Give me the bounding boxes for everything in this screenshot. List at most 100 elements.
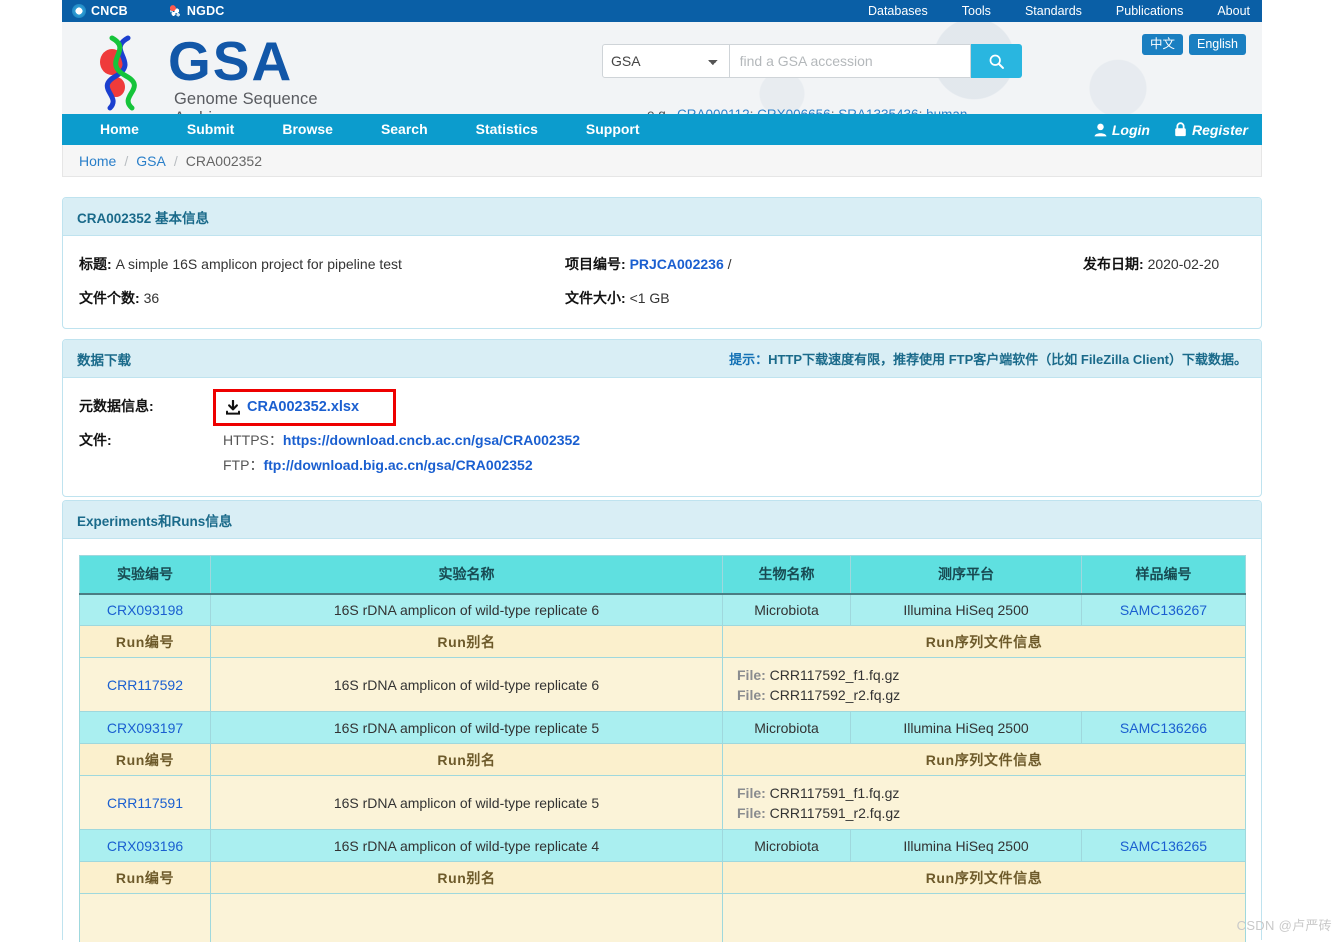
ftp-label: FTP：: [223, 457, 264, 473]
exp-sample-link[interactable]: SAMC136265: [1120, 838, 1207, 854]
col-header-run-alias: Run别名: [210, 861, 723, 894]
nav-item-support[interactable]: Support: [562, 114, 664, 145]
metadata-download-link[interactable]: CRA002352.xlsx: [247, 395, 359, 420]
run-files-cell: File: CRR117591_f1.fq.gz File: CRR117591…: [722, 775, 1246, 830]
metadata-label: 元数据信息:: [79, 398, 154, 414]
lang-button-zh[interactable]: 中文: [1141, 34, 1183, 55]
download-panel-body: 元数据信息: CRA002352.xlsx 文件: HTTPS：https://…: [63, 378, 1261, 496]
run-row: [79, 893, 1246, 942]
language-switcher: 中文 English: [1141, 34, 1246, 55]
masthead: GSA Genome Sequence Archive GSA e.g., CR…: [62, 22, 1262, 114]
ngdc-logo-label: NGDC: [186, 4, 225, 18]
ftp-row: FTP：ftp://download.big.ac.cn/gsa/CRA0023…: [223, 453, 1245, 478]
field-project-value[interactable]: PRJCA002236: [630, 256, 724, 272]
example-human[interactable]: human: [926, 107, 967, 114]
exp-sample-cell: SAMC136266: [1081, 711, 1246, 744]
cncb-logo[interactable]: CNCB: [72, 4, 128, 18]
gsa-logo[interactable]: GSA Genome Sequence Archive: [80, 28, 350, 114]
example-cra000112[interactable]: CRA000112: [677, 107, 750, 114]
account-actions: Login Register: [1094, 122, 1248, 138]
toplink-tools[interactable]: Tools: [962, 4, 991, 18]
run-accession-cell: [79, 893, 211, 942]
login-button[interactable]: Login: [1094, 122, 1150, 138]
col-header-exp-accession: 实验编号: [79, 555, 211, 595]
gsa-logo-title: GSA: [168, 30, 294, 92]
runs-header-row: Run编号 Run别名 Run序列文件信息: [79, 625, 1246, 658]
lang-button-en[interactable]: English: [1189, 34, 1246, 55]
run-files-cell: [722, 893, 1246, 942]
experiments-panel-title: Experiments和Runs信息: [77, 513, 233, 529]
exp-organism-cell: Microbiota: [722, 593, 851, 626]
field-release-date-label: 发布日期:: [1083, 256, 1144, 272]
ngdc-logo[interactable]: NGDC: [167, 4, 225, 18]
basic-info-panel: CRA002352 基本信息 标题: A simple 16S amplicon…: [62, 197, 1262, 329]
example-sra1335436[interactable]: SRA1335436: [838, 107, 918, 114]
nav-item-search[interactable]: Search: [357, 114, 452, 145]
download-panel: 数据下载 提示：HTTP下载速度有限，推荐使用 FTP客户端软件（比如 File…: [62, 339, 1262, 497]
run-file-entry: File: CRR117592_f1.fq.gz: [737, 665, 1245, 685]
run-alias-cell: 16S rDNA amplicon of wild-type replicate…: [210, 775, 723, 830]
search-bar: GSA: [602, 44, 1022, 78]
nav-item-browse[interactable]: Browse: [258, 114, 357, 145]
col-header-sample: 样品编号: [1081, 555, 1246, 595]
run-file-entry: File: CRR117592_r2.fq.gz: [737, 685, 1245, 705]
toplink-publications[interactable]: Publications: [1116, 4, 1183, 18]
field-release-date: 发布日期: 2020-02-20: [935, 254, 1245, 274]
table-row: CRX093196 16S rDNA amplicon of wild-type…: [79, 829, 1246, 862]
file-name: CRR117591_f1.fq.gz: [769, 784, 900, 801]
experiments-table-body: 实验编号 实验名称 生物名称 测序平台 样品编号 CRX093198 16S r…: [79, 555, 1246, 942]
nav-item-submit[interactable]: Submit: [163, 114, 258, 145]
run-accession-cell: CRR117592: [79, 657, 211, 712]
examples-prefix: e.g.,: [647, 107, 673, 114]
exp-accession-link[interactable]: CRX093196: [107, 838, 183, 854]
toplink-standards[interactable]: Standards: [1025, 4, 1082, 18]
exp-sample-link[interactable]: SAMC136267: [1120, 602, 1207, 618]
example-crx006656[interactable]: CRX006656: [757, 107, 831, 114]
top-utility-bar: CNCB NGDC Databases Tools Standards Publ…: [62, 0, 1262, 22]
run-accession-link[interactable]: CRR117592: [107, 677, 183, 693]
download-hint-prefix: 提示：: [729, 352, 769, 367]
exp-sample-link[interactable]: SAMC136266: [1120, 720, 1207, 736]
download-icon: [226, 400, 240, 415]
exp-accession-link[interactable]: CRX093198: [107, 602, 183, 618]
file-prefix: File:: [737, 666, 766, 683]
col-header-run-alias: Run别名: [210, 743, 723, 776]
basic-info-panel-body: 标题: A simple 16S amplicon project for pi…: [63, 236, 1261, 328]
run-file-entry: File: CRR117591_f1.fq.gz: [737, 783, 1245, 803]
breadcrumb-item-home[interactable]: Home: [79, 153, 116, 169]
run-accession-link[interactable]: CRR117591: [107, 795, 183, 811]
field-file-count-label: 文件个数:: [79, 290, 140, 306]
file-prefix: File:: [737, 804, 766, 821]
nav-item-statistics[interactable]: Statistics: [452, 114, 562, 145]
exp-platform-cell: Illumina HiSeq 2500: [850, 711, 1082, 744]
exp-organism-cell: Microbiota: [722, 829, 851, 862]
exp-sample-cell: SAMC136267: [1081, 593, 1246, 626]
file-name: CRR117591_r2.fq.gz: [769, 804, 901, 821]
page-root: CNCB NGDC Databases Tools Standards Publ…: [0, 0, 1340, 942]
register-label: Register: [1191, 121, 1248, 138]
experiments-panel-body: 实验编号 实验名称 生物名称 测序平台 样品编号 CRX093198 16S r…: [63, 539, 1261, 942]
field-title: 标题: A simple 16S amplicon project for pi…: [79, 254, 503, 274]
search-button[interactable]: [970, 44, 1022, 78]
search-input[interactable]: [729, 44, 971, 78]
search-database-select[interactable]: GSA: [602, 44, 730, 78]
field-project: 项目编号: PRJCA002236 /: [503, 254, 935, 274]
col-header-platform: 测序平台: [850, 555, 1082, 595]
toplink-databases[interactable]: Databases: [868, 4, 928, 18]
nav-item-home[interactable]: Home: [76, 114, 163, 145]
exp-accession-link[interactable]: CRX093197: [107, 720, 183, 736]
field-title-value: A simple 16S amplicon project for pipeli…: [115, 256, 402, 272]
exp-name-cell: 16S rDNA amplicon of wild-type replicate…: [210, 711, 723, 744]
toplink-about[interactable]: About: [1217, 4, 1250, 18]
register-button[interactable]: Register: [1174, 122, 1248, 138]
https-url-link[interactable]: https://download.cncb.ac.cn/gsa/CRA00235…: [283, 432, 580, 448]
ftp-url-link[interactable]: ftp://download.big.ac.cn/gsa/CRA002352: [263, 457, 532, 473]
breadcrumb-item-gsa[interactable]: GSA: [136, 153, 166, 169]
metadata-download-highlight[interactable]: CRA002352.xlsx: [213, 389, 397, 426]
cncb-logo-icon: [72, 4, 86, 18]
examples-sep-3: ;: [919, 107, 923, 114]
main-nav-links: Home Submit Browse Search Statistics Sup…: [62, 114, 664, 145]
download-grid: 元数据信息: CRA002352.xlsx 文件: HTTPS：https://…: [79, 389, 1245, 478]
field-file-size: 文件大小: <1 GB: [503, 288, 935, 308]
table-row: CRX093198 16S rDNA amplicon of wild-type…: [79, 593, 1246, 626]
